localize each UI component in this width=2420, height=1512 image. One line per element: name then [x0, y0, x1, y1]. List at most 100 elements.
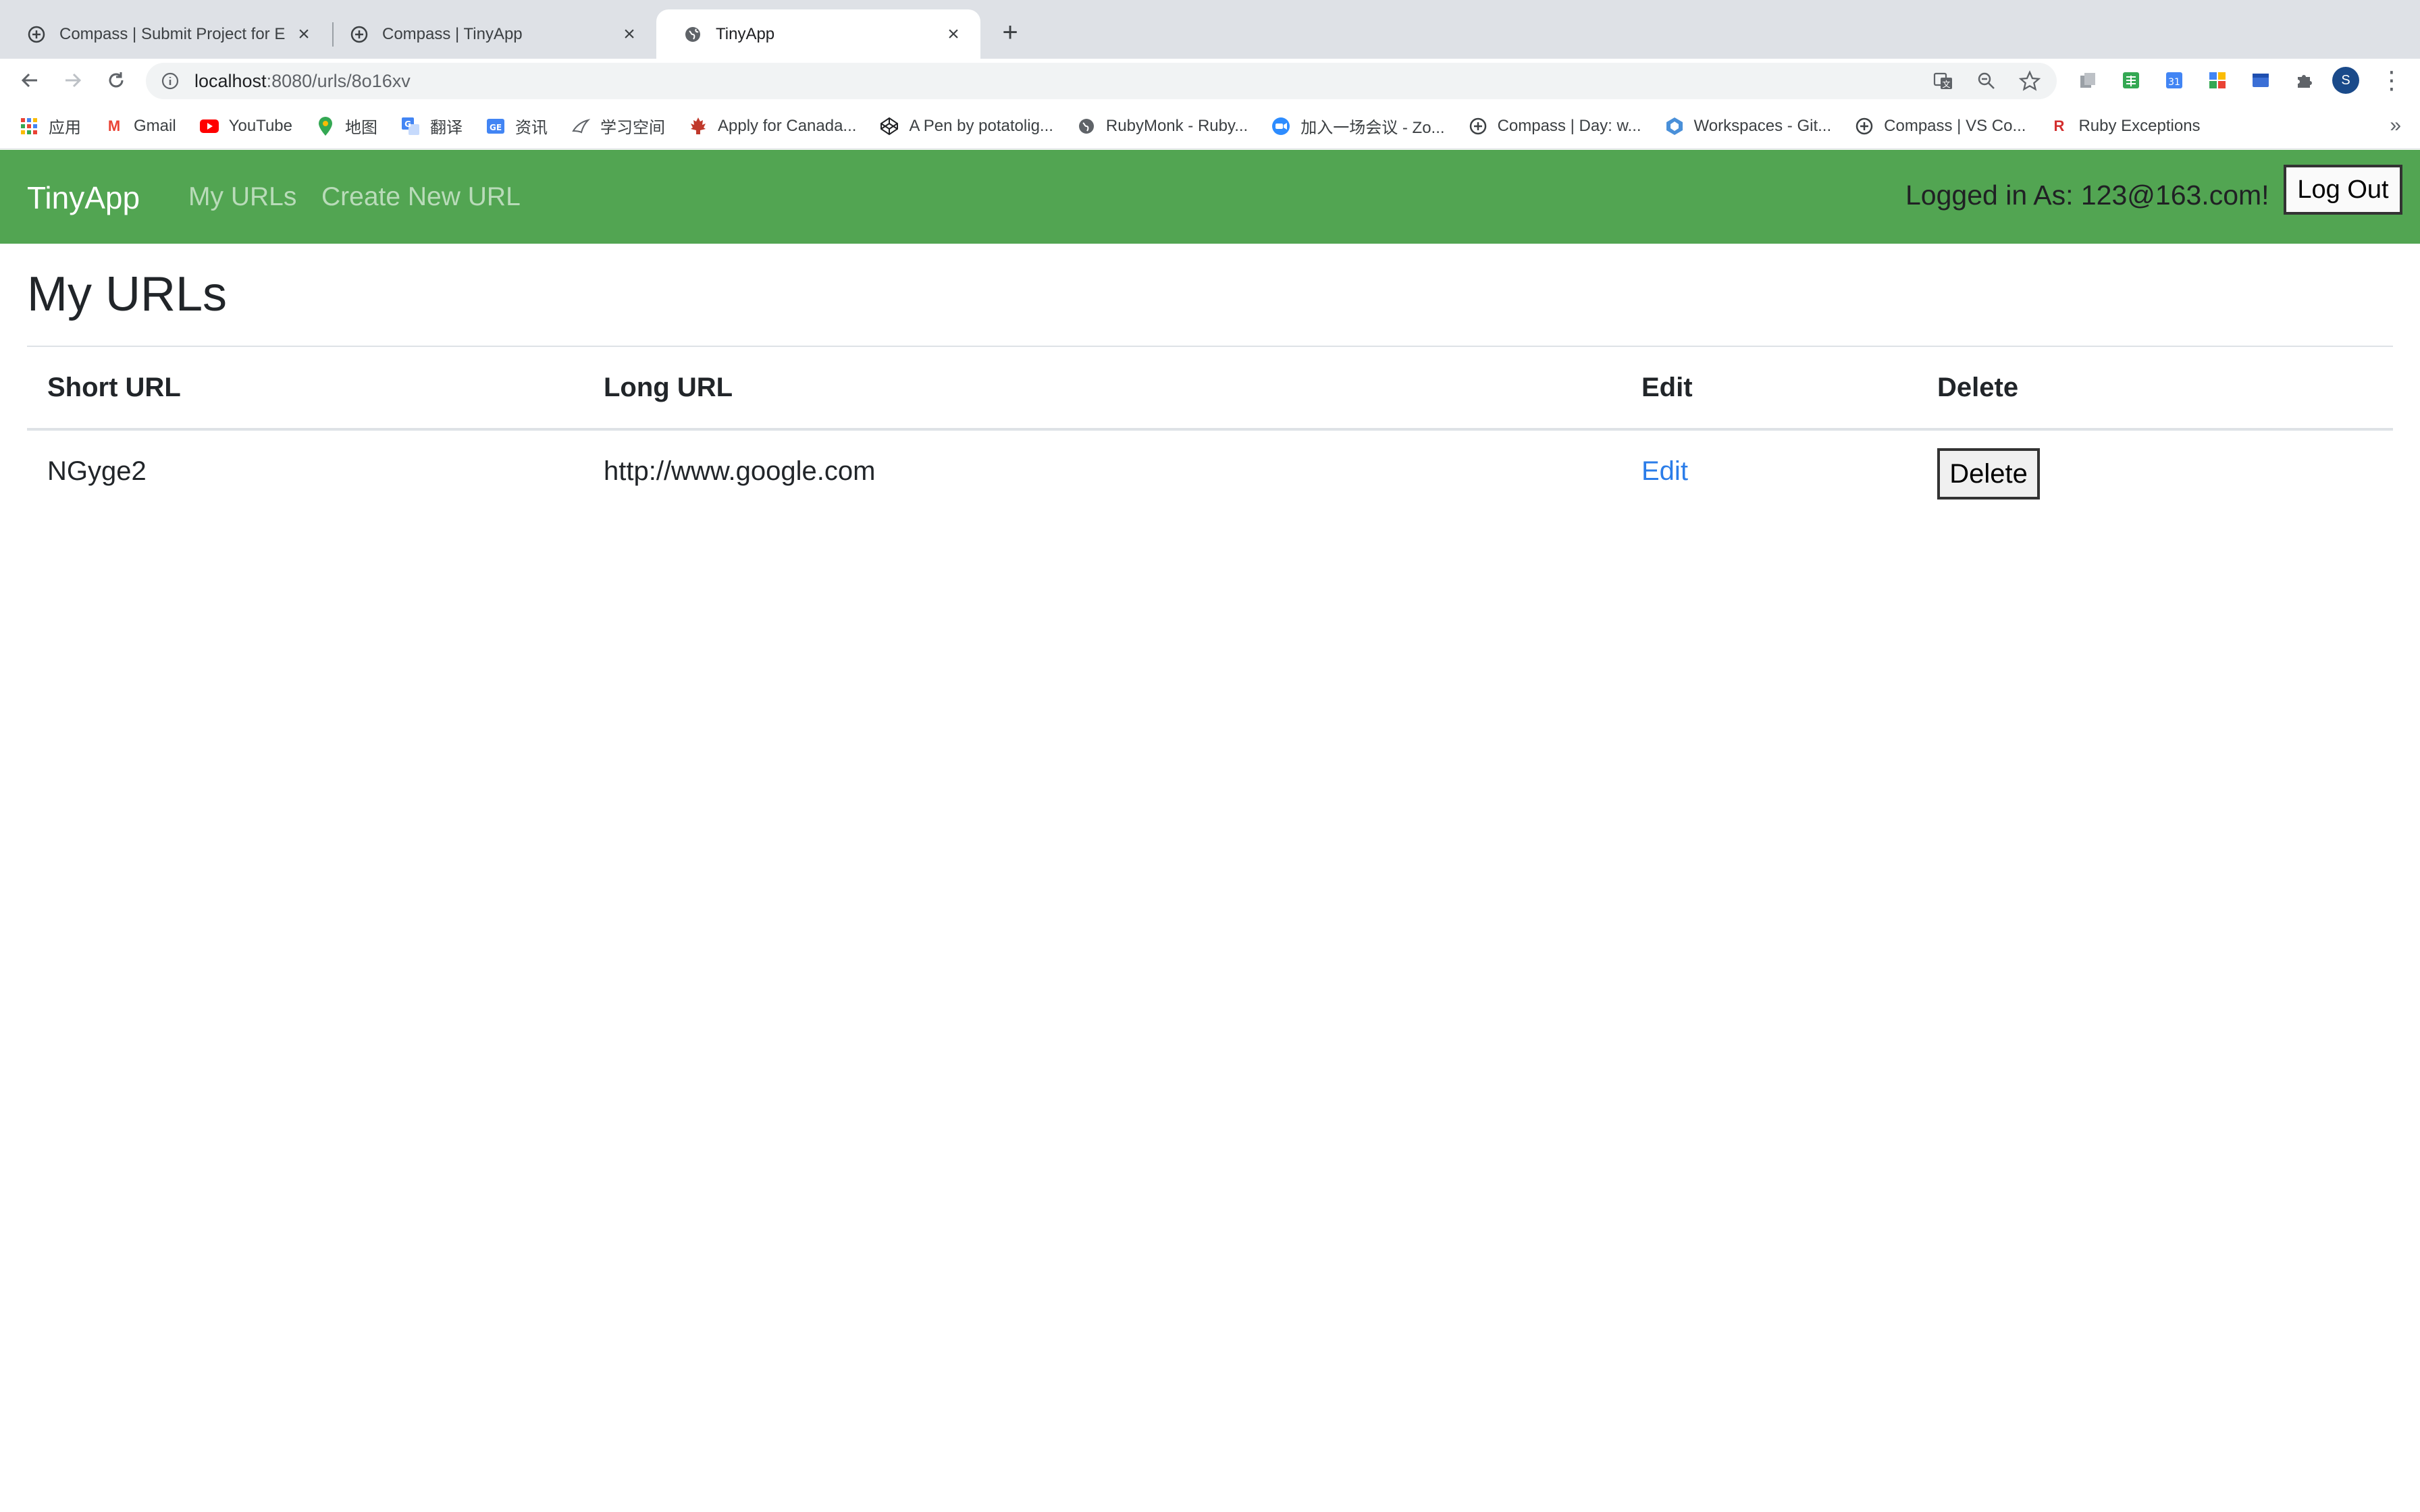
gmail-icon: M: [107, 117, 121, 134]
bookmark-label: Apply for Canada...: [717, 116, 857, 135]
bookmark-youtube[interactable]: YouTube: [199, 116, 292, 136]
bookmark-compass-vscode[interactable]: Compass | VS Co...: [1854, 116, 2026, 136]
reload-icon[interactable]: [101, 65, 131, 95]
bookmark-label: Compass | VS Co...: [1884, 116, 2026, 135]
globe-icon: [1076, 116, 1097, 136]
new-tab-icon[interactable]: +: [997, 18, 1024, 47]
tab-title: Compass | TinyApp: [382, 24, 523, 43]
svg-text:G: G: [404, 119, 411, 129]
back-arrow-icon[interactable]: [15, 65, 45, 95]
bookmark-label: Gmail: [134, 116, 176, 135]
youtube-icon: [199, 116, 219, 136]
tab-compass-tinyapp[interactable]: Compass | TinyApp ×: [323, 9, 656, 59]
bookmarks-more-icon[interactable]: »: [2390, 114, 2401, 137]
brand-logo[interactable]: TinyApp: [27, 180, 140, 216]
table-header-row: Short URL Long URL Edit Delete: [27, 347, 2393, 431]
codepen-icon: [879, 116, 899, 136]
bookmark-compass-day[interactable]: Compass | Day: w...: [1468, 116, 1641, 136]
bookmark-label: 地图: [344, 119, 377, 137]
translate-icon[interactable]: 文: [1931, 68, 1955, 94]
zoom-icon: [1271, 116, 1291, 136]
bookmark-label: RubyMonk - Ruby...: [1105, 116, 1248, 135]
bookmark-label: Ruby Exceptions: [2078, 116, 2201, 135]
logout-button[interactable]: Log Out: [2284, 165, 2402, 215]
browser-toolbar: localhost:8080/urls/8o16xv 文 31 S ⋮: [0, 59, 2420, 103]
bookmark-label: 资讯: [515, 119, 548, 137]
info-icon[interactable]: [161, 72, 180, 90]
bookmark-maps[interactable]: 地图: [315, 114, 377, 138]
extension-window-icon[interactable]: [2246, 65, 2276, 95]
extension-copy-icon[interactable]: [2073, 65, 2103, 95]
url-text: localhost:8080/urls/8o16xv: [194, 71, 411, 92]
bookmark-codepen[interactable]: A Pen by potatolig...: [879, 116, 1053, 136]
bookmarks-bar: 应用 M Gmail YouTube 地图 G 翻译 GE 资讯 学习空间 Ap…: [0, 103, 2420, 149]
browser-tab-strip: Compass | Submit Project for E × Compass…: [0, 0, 2420, 59]
menu-kebab-icon[interactable]: ⋮: [2377, 65, 2406, 95]
bookmark-study[interactable]: 学习空间: [571, 114, 665, 138]
close-icon[interactable]: ×: [944, 23, 963, 45]
extension-colorful-icon[interactable]: [2203, 65, 2232, 95]
svg-text:GE: GE: [490, 123, 502, 132]
logged-in-status: Logged in As: 123@163.com!: [1905, 180, 2269, 211]
bookmark-translate[interactable]: G 翻译: [400, 114, 463, 138]
long-url-cell: http://www.google.com: [604, 456, 876, 486]
bookmark-label: Compass | Day: w...: [1497, 116, 1641, 135]
forward-arrow-icon[interactable]: [58, 65, 88, 95]
news-icon: GE: [485, 116, 506, 136]
column-header-delete: Delete: [1917, 347, 2393, 431]
url-path: :8080/urls/8o16xv: [266, 70, 411, 91]
main-content: My URLs Short URL Long URL Edit Delete N…: [27, 270, 2393, 512]
bookmark-label: YouTube: [228, 116, 292, 135]
bookmark-workspaces[interactable]: Workspaces - Git...: [1664, 116, 1832, 136]
address-bar[interactable]: localhost:8080/urls/8o16xv 文: [146, 63, 2057, 99]
bookmark-label: 翻译: [429, 119, 463, 137]
column-header-edit: Edit: [1621, 347, 1917, 431]
svg-text:31: 31: [2168, 77, 2180, 88]
maple-leaf-icon: [688, 116, 708, 136]
bookmark-news[interactable]: GE 资讯: [485, 114, 548, 138]
zoom-icon[interactable]: [1974, 68, 1999, 94]
short-url-cell: NGyge2: [47, 456, 147, 486]
ruby-r-icon: R: [2053, 117, 2065, 134]
table-row: NGyge2 http://www.google.com Edit Delete: [27, 429, 2393, 512]
tab-title: Compass | Submit Project for E: [59, 24, 286, 43]
bookmark-rubymonk[interactable]: RubyMonk - Ruby...: [1076, 116, 1248, 136]
bookmark-label: 应用: [49, 119, 81, 137]
workspaces-icon: [1664, 116, 1685, 136]
maps-pin-icon: [315, 116, 336, 136]
globe-icon: [683, 25, 702, 44]
close-icon[interactable]: ×: [294, 23, 313, 45]
profile-avatar[interactable]: S: [2332, 67, 2359, 94]
extension-calendar-icon[interactable]: 31: [2159, 65, 2189, 95]
page-title: My URLs: [27, 267, 228, 321]
bookmark-star-icon[interactable]: [2018, 68, 2042, 94]
bookmark-zoom[interactable]: 加入一场会议 - Zo...: [1271, 114, 1445, 138]
bookmark-label: Workspaces - Git...: [1693, 116, 1832, 135]
bookmark-label: A Pen by potatolig...: [909, 116, 1053, 135]
nav-link-my-urls[interactable]: My URLs: [188, 182, 296, 212]
close-icon[interactable]: ×: [620, 23, 639, 45]
apps-grid-icon: [19, 116, 39, 136]
column-header-long-url: Long URL: [583, 347, 1621, 431]
tab-title: TinyApp: [716, 24, 775, 43]
bookmark-ruby-exceptions[interactable]: R Ruby Exceptions: [2049, 116, 2201, 136]
tab-compass-submit[interactable]: Compass | Submit Project for E ×: [0, 9, 331, 59]
edit-cell: Edit: [1621, 429, 1917, 512]
puzzle-icon[interactable]: [2289, 65, 2319, 95]
bookmark-canada[interactable]: Apply for Canada...: [688, 116, 856, 136]
compass-icon: [350, 25, 369, 44]
bookmark-apps[interactable]: 应用: [19, 114, 81, 138]
column-header-short-url: Short URL: [27, 347, 583, 431]
bookmark-label: 加入一场会议 - Zo...: [1300, 119, 1445, 137]
compass-icon: [27, 25, 46, 44]
study-icon: [571, 116, 591, 136]
extension-sheets-icon[interactable]: [2116, 65, 2146, 95]
delete-cell: Delete: [1917, 429, 2393, 512]
delete-button[interactable]: Delete: [1937, 448, 2040, 500]
svg-text:文: 文: [1942, 79, 1950, 89]
bookmark-gmail[interactable]: M Gmail: [104, 116, 176, 136]
edit-link[interactable]: Edit: [1641, 456, 1688, 486]
tab-tinyapp[interactable]: TinyApp ×: [656, 9, 980, 59]
nav-link-create-new-url[interactable]: Create New URL: [321, 182, 521, 212]
app-navbar: TinyApp My URLs Create New URL Logged in…: [0, 150, 2420, 244]
